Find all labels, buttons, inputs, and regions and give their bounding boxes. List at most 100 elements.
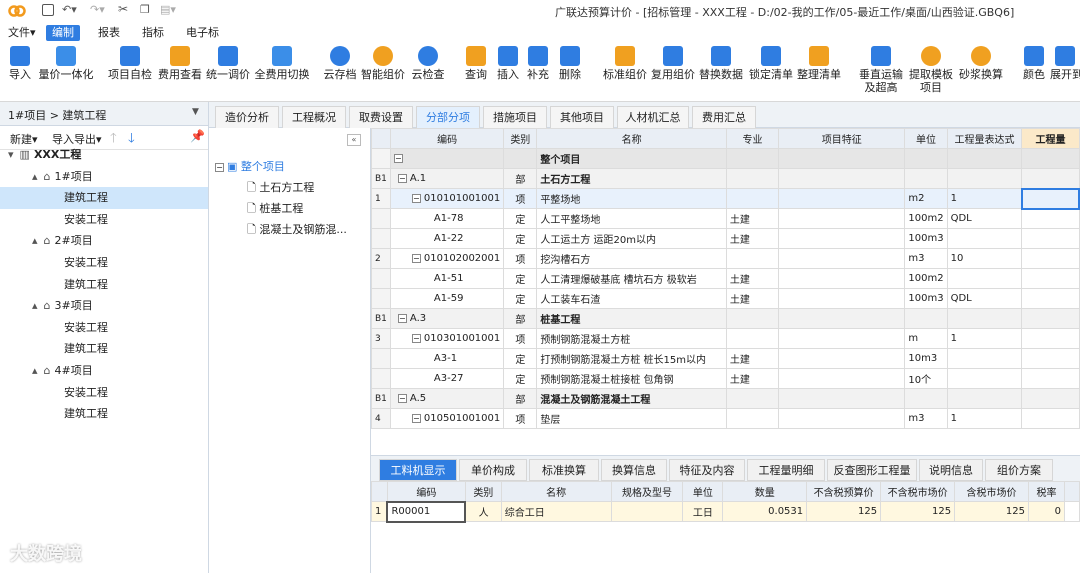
tab-2[interactable]: 取费设置 — [349, 106, 413, 128]
unit-cell[interactable]: 100m2 — [904, 268, 948, 289]
tree-node[interactable]: ▴ ⌂ 2#项目 — [0, 230, 208, 252]
quantity-cell[interactable] — [1021, 388, 1080, 409]
section-tree-root[interactable]: − ▣ 整个项目 — [215, 158, 285, 174]
column-header[interactable]: 专业 — [725, 128, 780, 149]
code-cell[interactable]: − — [389, 148, 505, 169]
cat-cell[interactable]: 项 — [503, 328, 538, 349]
detail-tab-7[interactable]: 说明信息 — [919, 459, 983, 481]
quantity-cell[interactable] — [1021, 308, 1080, 329]
column-header[interactable]: 名称 — [500, 481, 612, 502]
column-header[interactable]: 工程量 — [1021, 128, 1080, 149]
self-check-button[interactable]: 项目自检 — [108, 46, 152, 81]
unit-cell[interactable] — [904, 168, 948, 189]
name-cell[interactable]: 人工清理爆破基底 槽坑石方 极软岩 — [536, 268, 727, 289]
code-cell[interactable]: A3-27 — [389, 368, 505, 389]
cat-cell[interactable]: 定 — [503, 228, 538, 249]
collapse-icon[interactable]: − — [397, 313, 407, 323]
unit-cell[interactable]: m — [904, 328, 948, 349]
tab-7[interactable]: 费用汇总 — [692, 106, 756, 128]
column-header[interactable]: 类别 — [503, 128, 538, 149]
lock-list-button[interactable]: 锁定清单 — [748, 46, 794, 81]
code-cell[interactable]: −010102002001 — [389, 248, 505, 269]
column-header[interactable]: 类别 — [464, 481, 502, 502]
quantity-cell[interactable] — [1021, 408, 1080, 429]
tree-node[interactable]: ▾ ▥ XXX工程 — [0, 144, 208, 166]
prof-cell[interactable]: 土建 — [725, 208, 780, 229]
section-item[interactable]: 🗋 混凝土及钢筋混... — [247, 221, 347, 240]
feat-cell[interactable] — [778, 228, 906, 249]
detail-tab-6[interactable]: 反查图形工程量 — [827, 459, 917, 481]
name-cell[interactable]: 人工平整场地 — [536, 208, 727, 229]
feat-cell[interactable] — [778, 188, 906, 209]
cat-cell[interactable]: 定 — [503, 348, 538, 369]
collapse-icon[interactable]: − — [411, 253, 421, 263]
price-unify-button[interactable]: 量价一体化 — [38, 46, 94, 81]
unit-cell[interactable]: m2 — [904, 188, 948, 209]
query-button[interactable]: 查询 — [462, 46, 490, 81]
name-cell[interactable]: 垫层 — [536, 408, 727, 429]
prof-cell[interactable] — [725, 168, 780, 189]
unit-cell[interactable]: 100m3 — [904, 228, 948, 249]
unit-cell[interactable]: 100m2 — [904, 208, 948, 229]
unit-cell[interactable]: 10m3 — [904, 348, 948, 369]
pin-icon[interactable]: 📌 — [190, 129, 205, 143]
insert-button[interactable]: 插入 — [494, 46, 522, 81]
detail-tab-5[interactable]: 工程量明细 — [747, 459, 825, 481]
expr-cell[interactable] — [946, 228, 1023, 249]
prof-cell[interactable] — [725, 408, 780, 429]
prof-cell[interactable] — [725, 248, 780, 269]
menu-edit[interactable]: 编制 — [46, 25, 80, 41]
code-cell[interactable]: − A.3 — [389, 308, 505, 329]
menu-index[interactable]: 指标 — [136, 25, 170, 41]
column-header[interactable]: 单位 — [682, 481, 724, 502]
table-row[interactable]: A1-22 定人工运土方 运距20m以内 土建 100m3 — [371, 228, 1080, 249]
feat-cell[interactable] — [778, 368, 906, 389]
expr-cell[interactable] — [946, 368, 1023, 389]
resource-cell[interactable]: R00001 — [386, 500, 467, 523]
copy-icon[interactable]: ❐ — [140, 3, 150, 16]
cut-icon[interactable]: ✂ — [118, 2, 128, 16]
expr-cell[interactable]: QDL — [946, 288, 1023, 309]
unit-cell[interactable] — [904, 388, 948, 409]
collapse-icon[interactable]: − — [215, 162, 224, 172]
resource-cell[interactable] — [610, 501, 684, 522]
table-row[interactable]: A3-1 定打预制钢筋混凝土方桩 桩长15m以内 土建 10m3 — [371, 348, 1080, 369]
quantity-cell[interactable] — [1021, 228, 1080, 249]
expand-arrow-icon[interactable]: ▴ — [32, 299, 38, 312]
code-cell[interactable]: − A.1 — [389, 168, 505, 189]
tree-node[interactable]: 安装工程 — [0, 252, 208, 274]
table-row[interactable]: A1-59 定人工装车石渣 土建 100m3 QDL — [371, 288, 1080, 309]
column-header[interactable]: 单位 — [904, 128, 948, 149]
column-header[interactable]: 编码 — [386, 481, 466, 502]
quantity-cell[interactable] — [1021, 168, 1080, 189]
quantity-cell[interactable] — [1021, 248, 1080, 269]
expand-arrow-icon[interactable]: ▴ — [32, 170, 38, 183]
cat-cell[interactable] — [503, 148, 538, 169]
expand-arrow-icon[interactable]: ▾ — [8, 148, 14, 161]
name-cell[interactable]: 平整场地 — [536, 188, 727, 209]
expr-cell[interactable] — [946, 268, 1023, 289]
feat-cell[interactable] — [778, 348, 906, 369]
feat-cell[interactable] — [778, 248, 906, 269]
replace-data-button[interactable]: 替换数据 — [698, 46, 744, 81]
breadcrumb[interactable]: 1#项目 > 建筑工程 ▼ — [0, 102, 208, 126]
unit-cell[interactable]: m3 — [904, 408, 948, 429]
menu-report[interactable]: 报表 — [92, 25, 126, 41]
prof-cell[interactable]: 土建 — [725, 288, 780, 309]
save-icon[interactable] — [42, 4, 54, 16]
tree-node[interactable]: 建筑工程 — [0, 187, 208, 210]
prof-cell[interactable]: 土建 — [725, 268, 780, 289]
supplement-button[interactable]: 补充 — [524, 46, 552, 81]
collapse-icon[interactable]: − — [397, 173, 407, 183]
tab-6[interactable]: 人材机汇总 — [617, 106, 689, 128]
tree-node[interactable]: 安装工程 — [0, 209, 208, 231]
name-cell[interactable]: 预制钢筋混凝土方桩 — [536, 328, 727, 349]
tab-0[interactable]: 造价分析 — [215, 106, 279, 128]
unit-cell[interactable] — [904, 148, 948, 169]
column-header[interactable]: 含税市场价 — [954, 481, 1029, 502]
undo-icon[interactable]: ↶▾ — [62, 3, 77, 16]
quantity-cell[interactable] — [1021, 348, 1080, 369]
smart-price-button[interactable]: 智能组价 — [360, 46, 406, 81]
prof-cell[interactable] — [725, 308, 780, 329]
cloud-save-button[interactable]: 云存档 — [322, 46, 358, 81]
